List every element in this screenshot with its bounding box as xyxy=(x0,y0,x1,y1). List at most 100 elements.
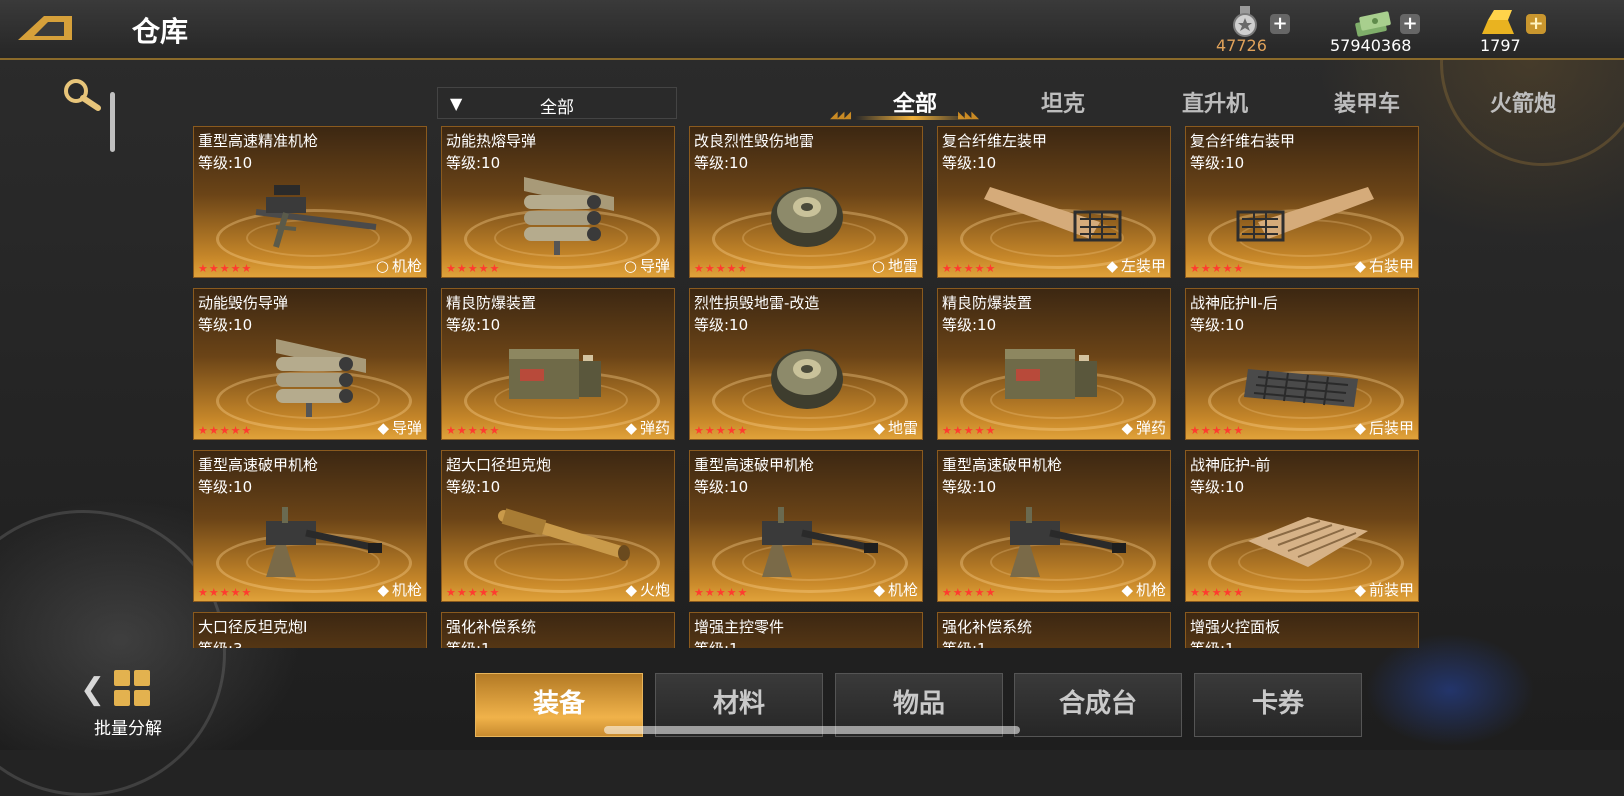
item-type-label: 地雷 xyxy=(887,257,918,275)
sniper-gun-icon xyxy=(255,185,377,248)
item-card[interactable]: 重型高速精准机枪 等级:10 ★★★★★ ○ 机枪 xyxy=(193,126,427,278)
item-type: ◆ 左装甲 xyxy=(1106,255,1166,276)
top-bar: 仓库 + 47726 + 57940368 + 1797 xyxy=(0,0,1624,60)
resource-medal: + 47726 xyxy=(1216,6,1318,56)
side-armor-left-icon xyxy=(984,187,1122,242)
tab-coupons[interactable]: 卡券 xyxy=(1194,673,1362,737)
item-level: 等级:10 xyxy=(942,154,997,172)
item-grade-icon: ○ xyxy=(623,257,637,275)
item-type-label: 地雷 xyxy=(887,419,918,437)
tab-crafting[interactable]: 合成台 xyxy=(1014,673,1182,737)
missile-pod-icon xyxy=(276,339,366,417)
item-grade-icon: ◆ xyxy=(1121,581,1133,599)
item-level: 等级:10 xyxy=(446,478,501,496)
tab-tank[interactable]: 坦克 xyxy=(1018,86,1108,118)
filter-dropdown[interactable]: ▼ 全部 xyxy=(437,87,677,119)
item-stars: ★★★★★ xyxy=(198,262,253,275)
tab-armored-car[interactable]: 装甲车 xyxy=(1317,86,1417,118)
item-card[interactable]: 强化补偿系统等级:1 xyxy=(441,612,675,648)
item-card[interactable]: 重型高速破甲机枪 等级:10 ★★★★★ ◆ 机枪 xyxy=(937,450,1171,602)
item-type: ◆ 导弹 xyxy=(377,417,422,438)
item-type-label: 左装甲 xyxy=(1120,257,1166,275)
search-slider[interactable] xyxy=(110,92,115,152)
item-card[interactable]: 复合纤维右装甲 等级:10 ★★★★★ ◆ 右装甲 xyxy=(1185,126,1419,278)
item-card[interactable]: 重型高速破甲机枪 等级:10 ★★★★★ ◆ 机枪 xyxy=(689,450,923,602)
item-stars: ★★★★★ xyxy=(446,586,501,599)
item-level: 等级:10 xyxy=(942,316,997,334)
page-title: 仓库 xyxy=(132,15,189,48)
item-level: 等级:10 xyxy=(1190,154,1245,172)
home-indicator xyxy=(604,726,1020,734)
chevron-left-icon: ❮ xyxy=(80,672,106,707)
heavy-mg-icon xyxy=(762,507,878,577)
item-type: ◆ 机枪 xyxy=(1121,579,1166,600)
gold-bar-icon xyxy=(1482,10,1514,34)
tab-all[interactable]: 全部 xyxy=(870,86,960,118)
tab-rocket-artillery[interactable]: 火箭炮 xyxy=(1468,86,1578,118)
item-stars: ★★★★★ xyxy=(198,424,253,437)
add-gold-button[interactable]: + xyxy=(1526,14,1546,34)
item-grade-icon: ◆ xyxy=(873,581,885,599)
item-grade-icon: ◆ xyxy=(873,419,885,437)
tab-helicopter[interactable]: 直升机 xyxy=(1165,86,1265,118)
item-card[interactable]: 改良烈性毁伤地雷 等级:10 ★★★★★ ○ 地雷 xyxy=(689,126,923,278)
item-name: 改良烈性毁伤地雷 xyxy=(694,132,815,150)
item-stars: ★★★★★ xyxy=(942,262,997,275)
heavy-mg-icon xyxy=(266,507,382,577)
item-level: 等级:10 xyxy=(694,478,749,496)
item-grid: 重型高速精准机枪 等级:10 ★★★★★ ○ 机枪 动能热熔导弹 等级:10 ★★★★★ ○ 导弹… xyxy=(193,126,1429,648)
item-type-label: 机枪 xyxy=(887,581,918,599)
ammo-box-icon xyxy=(1005,349,1097,399)
batch-disassemble-button[interactable]: ❮ 批量分解 xyxy=(80,664,190,744)
item-type-label: 前装甲 xyxy=(1368,581,1414,599)
rear-armor-icon xyxy=(1244,369,1358,407)
item-type: ◆ 机枪 xyxy=(377,579,422,600)
item-name: 强化补偿系统 xyxy=(942,618,1033,636)
item-card[interactable]: 强化补偿系统等级:1 xyxy=(937,612,1171,648)
item-stars: ★★★★★ xyxy=(446,262,501,275)
item-card[interactable]: 动能毁伤导弹 等级:10 ★★★★★ ◆ 导弹 xyxy=(193,288,427,440)
item-name: 增强火控面板 xyxy=(1190,618,1281,636)
item-name: 动能毁伤导弹 xyxy=(198,294,289,312)
item-type: ○ 地雷 xyxy=(872,255,918,276)
item-card[interactable]: 烈性损毁地雷-改造 等级:10 ★★★★★ ◆ 地雷 xyxy=(689,288,923,440)
back-arrow-icon[interactable] xyxy=(14,12,74,42)
item-card[interactable]: 战神庇护Ⅱ-后 等级:10 ★★★★★ ◆ 后装甲 xyxy=(1185,288,1419,440)
item-name: 增强主控零件 xyxy=(694,618,785,636)
filter-label: 全部 xyxy=(540,98,574,118)
item-grade-icon: ◆ xyxy=(1354,257,1366,275)
mine-icon xyxy=(771,187,843,247)
item-type: ◆ 火炮 xyxy=(625,579,670,600)
item-card[interactable]: 大口径反坦克炮I 等级:3 xyxy=(193,612,427,648)
item-type-label: 机枪 xyxy=(1135,581,1166,599)
heavy-mg-icon xyxy=(1010,507,1126,577)
item-type-label: 弹药 xyxy=(639,419,670,437)
item-type: ◆ 弹药 xyxy=(1121,417,1166,438)
item-card[interactable]: 精良防爆装置 等级:10 ★★★★★ ◆ 弹药 xyxy=(937,288,1171,440)
cash-value: 57940368 xyxy=(1330,36,1412,55)
item-card[interactable]: 动能热熔导弹 等级:10 ★★★★★ ○ 导弹 xyxy=(441,126,675,278)
item-level: 等级:1 xyxy=(942,638,987,648)
item-stars: ★★★★★ xyxy=(1190,262,1245,275)
active-tab-underline xyxy=(855,116,970,120)
item-card[interactable]: 重型高速破甲机枪 等级:10 ★★★★★ ◆ 机枪 xyxy=(193,450,427,602)
item-type: ◆ 机枪 xyxy=(873,579,918,600)
item-grade-icon: ◆ xyxy=(1121,419,1133,437)
item-stars: ★★★★★ xyxy=(942,586,997,599)
search-icon[interactable] xyxy=(62,78,102,114)
item-card[interactable]: 战神庇护-前 等级:10 ★★★★★ ◆ 前装甲 xyxy=(1185,450,1419,602)
item-card[interactable]: 增强火控面板等级:1 xyxy=(1185,612,1419,648)
item-card[interactable]: 超大口径坦克炮 等级:10 ★★★★★ ◆ 火炮 xyxy=(441,450,675,602)
item-stars: ★★★★★ xyxy=(1190,586,1245,599)
item-card[interactable]: 增强主控零件等级:1 xyxy=(689,612,923,648)
item-type: ○ 导弹 xyxy=(624,255,670,276)
item-name: 复合纤维右装甲 xyxy=(1190,132,1296,150)
item-card[interactable]: 精良防爆装置 等级:10 ★★★★★ ◆ 弹药 xyxy=(441,288,675,440)
add-medal-button[interactable]: + xyxy=(1270,14,1290,34)
add-cash-button[interactable]: + xyxy=(1400,14,1420,34)
item-level: 等级:10 xyxy=(694,316,749,334)
tank-barrel-icon xyxy=(498,508,630,561)
item-card[interactable]: 复合纤维左装甲 等级:10 ★★★★★ ◆ 左装甲 xyxy=(937,126,1171,278)
item-name: 动能热熔导弹 xyxy=(446,132,537,150)
item-level: 等级:10 xyxy=(1190,316,1245,334)
